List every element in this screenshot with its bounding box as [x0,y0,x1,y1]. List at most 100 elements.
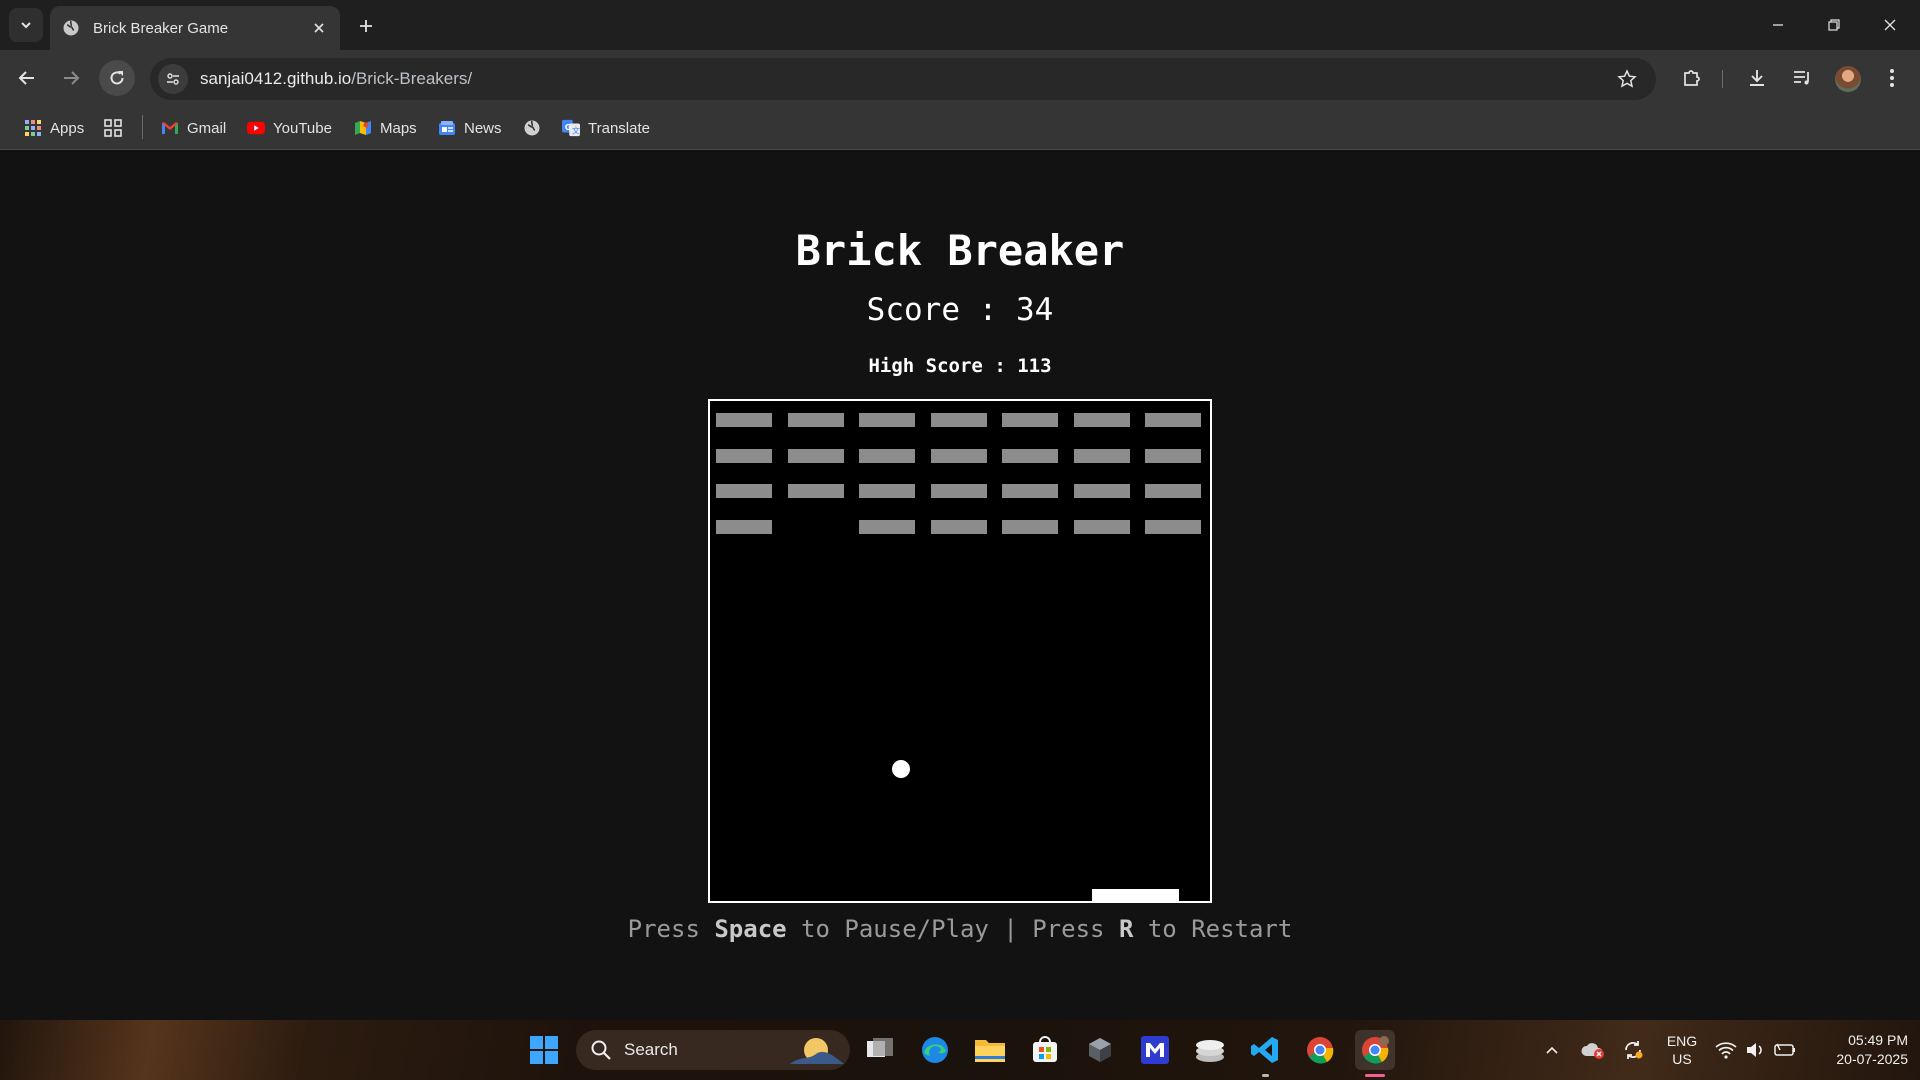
tab-active[interactable]: Brick Breaker Game [50,6,340,50]
tray-overflow-button[interactable] [1536,1030,1568,1070]
score-display: Score : 34 [866,292,1054,328]
tab-search-button[interactable] [9,8,43,42]
start-button[interactable] [524,1030,564,1070]
hint-text: to Restart [1133,915,1293,943]
language-indicator[interactable]: ENG US [1664,1032,1700,1068]
visual-studio-icon [1141,1036,1169,1064]
youtube-icon [247,119,265,137]
close-window-button[interactable] [1862,0,1918,50]
bookmark-apps[interactable]: Apps [24,114,84,142]
hint-text: to Pause/Play | Press [786,915,1119,943]
bookmark-star-icon[interactable] [1612,64,1642,94]
tab-strip: Brick Breaker Game [0,0,1920,50]
brick [1002,448,1058,463]
bookmark-tab-groups[interactable] [104,114,130,142]
tray-sync[interactable] [1616,1030,1650,1070]
media-control-button[interactable] [1786,62,1818,94]
back-button[interactable] [9,60,45,96]
address-bar[interactable]: sanjai0412.github.io/Brick-Breakers/ [150,58,1656,100]
bookmark-label: Translate [588,119,650,137]
task-view-icon [867,1038,893,1057]
tray-onedrive[interactable] [1576,1030,1610,1070]
taskbar-edge[interactable] [915,1030,955,1070]
taskbar-vscode[interactable] [1245,1030,1285,1070]
taskbar-chrome[interactable] [1300,1030,1340,1070]
taskbar-store[interactable] [1025,1030,1065,1070]
brick [1073,519,1130,534]
restore-icon [1828,19,1840,31]
taskbar-chrome-profile[interactable] [1355,1030,1395,1070]
new-tab-button[interactable] [352,12,380,40]
bookmark-translate[interactable]: G文 Translate [562,114,650,142]
forward-button[interactable] [53,60,89,96]
bookmark-youtube[interactable]: YouTube [247,114,332,142]
brick [859,484,915,498]
bookmark-label: Apps [50,119,85,137]
svg-text:G: G [565,122,572,132]
bookmark-label: News [464,119,502,137]
game-title: Brick Breaker [795,226,1125,275]
page-viewport: Brick Breaker Score : 34 High Score : 11… [0,151,1920,1020]
reload-button[interactable] [99,60,135,96]
volume-icon [1747,1043,1762,1057]
battery-icon [1774,1043,1795,1056]
news-icon [438,119,456,137]
brick [1145,519,1201,534]
brick [859,519,915,534]
search-highlight-art-icon [790,1038,844,1064]
controls-hint: Press Space to Pause/Play | Press R to R… [0,915,1920,943]
reload-icon [110,71,124,85]
brick [930,448,987,463]
toolbar-divider [1722,70,1723,88]
tray-quick-settings[interactable] [1713,1030,1799,1070]
brick [716,484,772,498]
close-tab-icon[interactable] [310,19,328,37]
brick [1073,448,1130,463]
brick [930,519,987,534]
running-indicator [1262,1074,1269,1077]
brick [1145,448,1201,463]
bookmark-globe[interactable] [523,114,549,142]
arrow-right-icon [64,71,80,85]
brick [716,448,772,463]
download-icon [1750,70,1764,86]
brick [1002,413,1058,427]
taskbar-coins-app[interactable] [1190,1030,1230,1070]
taskbar-file-explorer[interactable] [970,1030,1010,1070]
task-view-button[interactable] [860,1030,900,1070]
downloads-button[interactable] [1741,62,1773,94]
chrome-icon [1307,1037,1334,1064]
ball [892,760,910,778]
game-canvas[interactable] [708,399,1212,903]
windows-taskbar: Search ENG US 05:49 PM 20-07-2025 [0,1020,1920,1080]
bookmark-maps[interactable]: Maps [354,114,417,142]
taskbar-search[interactable]: Search [576,1030,850,1070]
plus-icon [360,20,372,32]
site-info-icon[interactable] [158,64,188,94]
brick [787,484,844,498]
hint-text: Press [627,915,715,943]
brick [1145,484,1201,498]
profile-avatar[interactable] [1835,66,1861,92]
gmail-icon [161,119,179,137]
folder-icon [975,1040,1005,1062]
bookmark-news[interactable]: News [438,114,502,142]
menu-button[interactable] [1876,62,1908,94]
wifi-icon [1715,1042,1737,1059]
browser-toolbar: sanjai0412.github.io/Brick-Breakers/ [0,50,1920,106]
close-icon [1884,19,1896,31]
taskbar-visual-studio[interactable] [1135,1030,1175,1070]
brick [1073,413,1130,427]
extensions-button[interactable] [1676,62,1708,94]
bookmark-label: Maps [380,119,417,137]
clock[interactable]: 05:49 PM 20-07-2025 [1812,1031,1908,1069]
brick [1002,484,1058,498]
search-label: Search [624,1040,678,1059]
minimize-button[interactable] [1750,0,1806,50]
bookmark-gmail[interactable]: Gmail [161,114,226,142]
taskbar-unity[interactable] [1080,1030,1120,1070]
restore-button[interactable] [1806,0,1862,50]
brick [1073,484,1130,498]
hint-key-space: Space [714,915,787,943]
bookmark-label: Gmail [187,119,227,137]
